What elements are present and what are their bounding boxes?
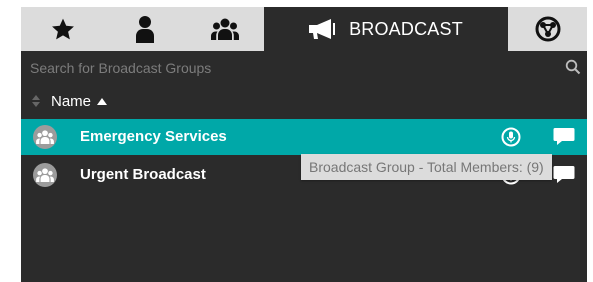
search-input[interactable]: [30, 59, 550, 77]
tab-broadcast[interactable]: BROADCAST: [264, 7, 508, 51]
message-icon[interactable]: [553, 127, 575, 152]
push-to-talk-icon[interactable]: [501, 127, 521, 152]
network-icon: [535, 16, 561, 42]
group-avatar-icon: [33, 163, 57, 187]
name-column-header[interactable]: Name: [51, 93, 91, 110]
sort-ascending-icon: [97, 92, 108, 110]
group-icon: [211, 18, 239, 40]
row-tooltip: Broadcast Group - Total Members: (9): [301, 154, 552, 180]
tab-contacts[interactable]: [104, 7, 186, 51]
broadcast-row-emergency-services[interactable]: Emergency Services: [21, 119, 587, 155]
sort-toggle-icon[interactable]: [31, 94, 41, 108]
tab-bar: BROADCAST: [21, 7, 587, 51]
tab-broadcast-label: BROADCAST: [349, 18, 463, 39]
list-item-name: Emergency Services: [80, 128, 227, 145]
tab-groups[interactable]: [186, 7, 264, 51]
column-header: Name: [21, 87, 587, 115]
megaphone-icon: [309, 19, 339, 39]
star-icon: [50, 17, 76, 42]
broadcast-panel: BROADCAST Name Emergency Services: [21, 7, 587, 282]
search-icon[interactable]: [565, 59, 581, 80]
tab-favorites[interactable]: [21, 7, 104, 51]
group-avatar-icon: [33, 125, 57, 149]
message-icon[interactable]: [553, 165, 575, 190]
tab-network[interactable]: [508, 7, 587, 51]
search-bar: [21, 51, 587, 85]
list-item-name: Urgent Broadcast: [80, 166, 206, 183]
person-icon: [134, 15, 156, 43]
